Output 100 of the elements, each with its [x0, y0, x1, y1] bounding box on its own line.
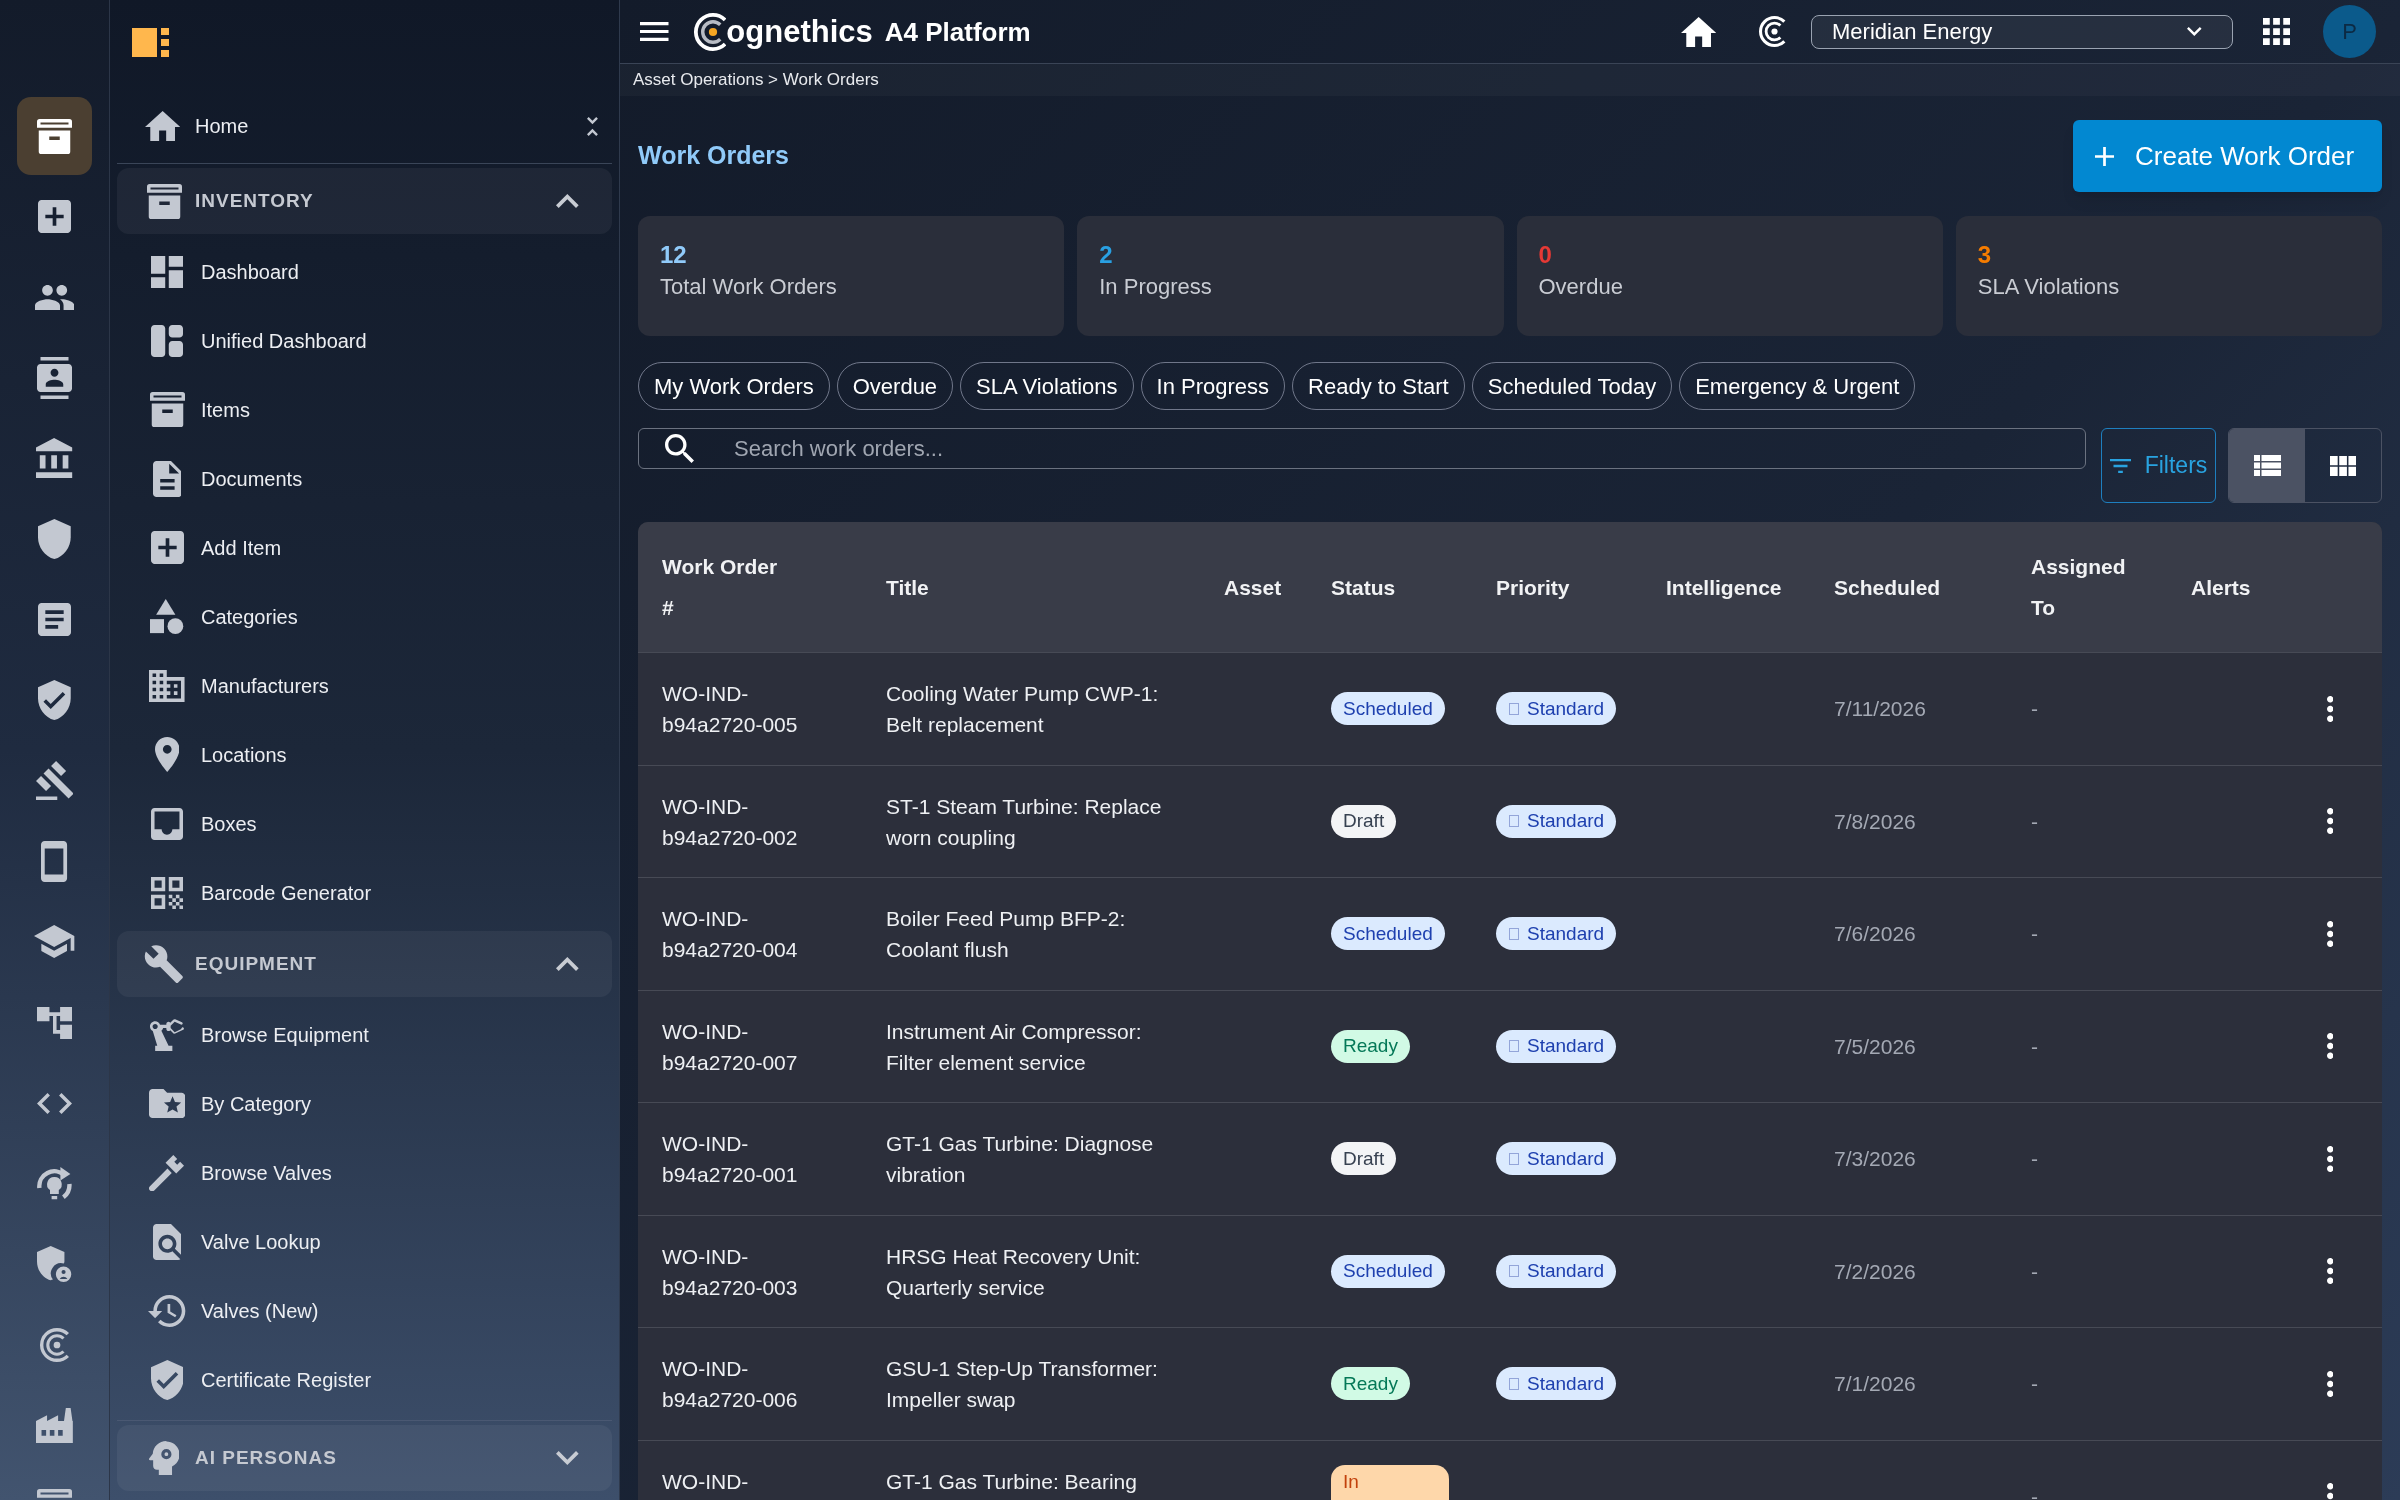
column-header: Work Order # [662, 554, 779, 621]
scheduled-date: 7/8/2026 [1834, 808, 1916, 835]
sidebar-nav-item[interactable]: Certificate Register [117, 1345, 612, 1414]
sidebar-nav-item[interactable]: Categories [117, 582, 612, 651]
list-view-icon [2253, 455, 2281, 476]
scheduled-date: 7/2/2026 [1834, 1258, 1916, 1285]
organization-select[interactable]: Meridian Energy [1811, 14, 2233, 49]
ring-logo-icon[interactable] [1759, 16, 1786, 47]
more-options-icon[interactable] [2326, 1483, 2333, 1500]
graduation-cap-icon [34, 925, 75, 959]
filters-button[interactable]: Filters [2101, 428, 2216, 503]
work-order-title: HRSG Heat Recovery Unit: Quarterly service [886, 1243, 1142, 1301]
assignee: - [2031, 696, 2038, 722]
section-header[interactable]: AI PERSONAS [117, 1425, 612, 1491]
scheduled-date: 7/3/2026 [1834, 1146, 1916, 1172]
grid-view-icon [2329, 455, 2357, 476]
column-header: Scheduled [1834, 574, 1941, 601]
status-badge: In [1331, 1465, 1449, 1500]
shield-check-icon [38, 680, 71, 721]
sidebar-nav-item[interactable]: By Category [117, 1069, 612, 1138]
scheduled-date: 7/5/2026 [1834, 1033, 1916, 1060]
status-badge: Scheduled [1331, 1254, 1445, 1288]
stat-label: In Progress [1099, 273, 1212, 301]
sidebar-nav-item[interactable]: Documents [117, 444, 612, 513]
sidebar-nav-item[interactable]: Valve Lookup [117, 1207, 612, 1276]
rail-nav-button[interactable] [17, 97, 92, 175]
sidebar-nav-item[interactable]: Manufacturers [117, 651, 612, 720]
apps-grid-icon[interactable] [2263, 18, 2290, 45]
sidebar-nav-item[interactable]: Dashboard [117, 237, 612, 306]
column-header: Asset [1224, 574, 1282, 601]
wrench-icon [144, 945, 184, 983]
status-badge: Draft [1331, 1142, 1397, 1176]
create-button[interactable]: Create Work Order [2073, 120, 2382, 192]
sidebar-nav-item[interactable]: Add Item [117, 513, 612, 582]
assignee: - [2031, 921, 2038, 947]
scheduled-date: 7/11/2026 [1834, 696, 1926, 722]
sidebar-nav-item[interactable]: Locations [117, 720, 612, 789]
assignee: - [2031, 1483, 2038, 1500]
ring-logo-icon [39, 1327, 70, 1362]
list-view-button[interactable] [2229, 429, 2305, 502]
stat-label: SLA Violations [1977, 273, 2120, 301]
status-badge: Ready [1331, 1367, 1410, 1401]
contact-card-icon [37, 356, 72, 399]
dashboard-tiles-icon [151, 255, 183, 288]
search-field[interactable]: Search work orders... [638, 428, 2086, 469]
home-icon[interactable] [1680, 16, 1717, 47]
scheduled-date: 7/6/2026 [1834, 921, 1916, 947]
gavel-icon [35, 761, 74, 801]
work-order-number: WO-IND-b94a2720-005 [662, 681, 799, 738]
more-options-icon[interactable] [2326, 808, 2333, 835]
assignee: - [2031, 808, 2038, 835]
more-options-icon[interactable] [2326, 1258, 2333, 1285]
more-options-icon[interactable] [2326, 1370, 2333, 1397]
work-order-number: WO-IND-b94a2720-003 [662, 1243, 799, 1301]
more-options-icon[interactable] [2326, 1033, 2333, 1060]
work-order-number: WO-IND-b94a2720-001 [662, 1131, 799, 1188]
qr-code-icon [151, 876, 183, 909]
sidebar-nav-item[interactable]: Barcode Generator [117, 858, 612, 927]
priority-text: Standard [1527, 809, 1605, 833]
star-folder-icon [148, 1089, 186, 1118]
stat-value: 12 [660, 240, 687, 270]
work-order-number: WO-IND-b94a2720-006 [662, 1356, 799, 1413]
missing-glyph-icon [1509, 927, 1519, 940]
factory-icon [36, 1408, 73, 1443]
robot-arm-icon [150, 1018, 184, 1051]
collapse-chevrons-icon[interactable] [587, 116, 598, 136]
priority-text: Standard [1527, 1146, 1605, 1171]
section-header[interactable]: INVENTORY [117, 168, 612, 234]
sidebar-nav-item[interactable]: Unified Dashboard [117, 306, 612, 375]
column-header: Intelligence [1666, 574, 1782, 601]
plus-icon [2095, 146, 2114, 166]
work-order-number: WO-IND-b94a2720-002 [662, 793, 799, 851]
brand-logo-icon [693, 12, 727, 51]
sidebar-nav-item[interactable]: Home [117, 98, 588, 154]
more-options-icon[interactable] [2326, 920, 2333, 947]
menu-icon[interactable] [640, 22, 669, 41]
breadcrumb: Asset Operations > Work Orders [633, 69, 879, 92]
sidebar-nav-item[interactable]: Browse Valves [117, 1138, 612, 1207]
work-order-title: Instrument Air Compressor: Filter element service [886, 1018, 1143, 1076]
more-options-icon[interactable] [2326, 695, 2333, 722]
sidebar-nav-item[interactable]: Boxes [117, 789, 612, 858]
missing-glyph-icon [1509, 815, 1519, 828]
people-icon [34, 284, 75, 310]
sidebar-nav-item[interactable]: Valves (New) [117, 1276, 612, 1345]
archive-box-icon [37, 118, 72, 154]
more-options-icon[interactable] [2326, 1145, 2333, 1172]
app-logo-icon [132, 28, 170, 57]
chevron-down-icon [2187, 27, 2202, 36]
sidebar-nav-item[interactable]: Browse Equipment [117, 1000, 612, 1069]
priority-text: Standard [1527, 1034, 1605, 1058]
stat-label: Total Work Orders [660, 273, 837, 301]
missing-glyph-icon [1509, 1152, 1519, 1165]
phone-icon [41, 840, 68, 882]
shield-check-icon [150, 1359, 184, 1400]
stat-label: Overdue [1538, 273, 1623, 301]
bulb-cycle-icon [37, 1166, 72, 1201]
page-title: Work Orders [638, 140, 789, 172]
product-name: A4 Platform [884, 18, 1031, 45]
section-header[interactable]: EQUIPMENT [117, 931, 612, 997]
sidebar-nav-item[interactable]: Items [117, 375, 612, 444]
